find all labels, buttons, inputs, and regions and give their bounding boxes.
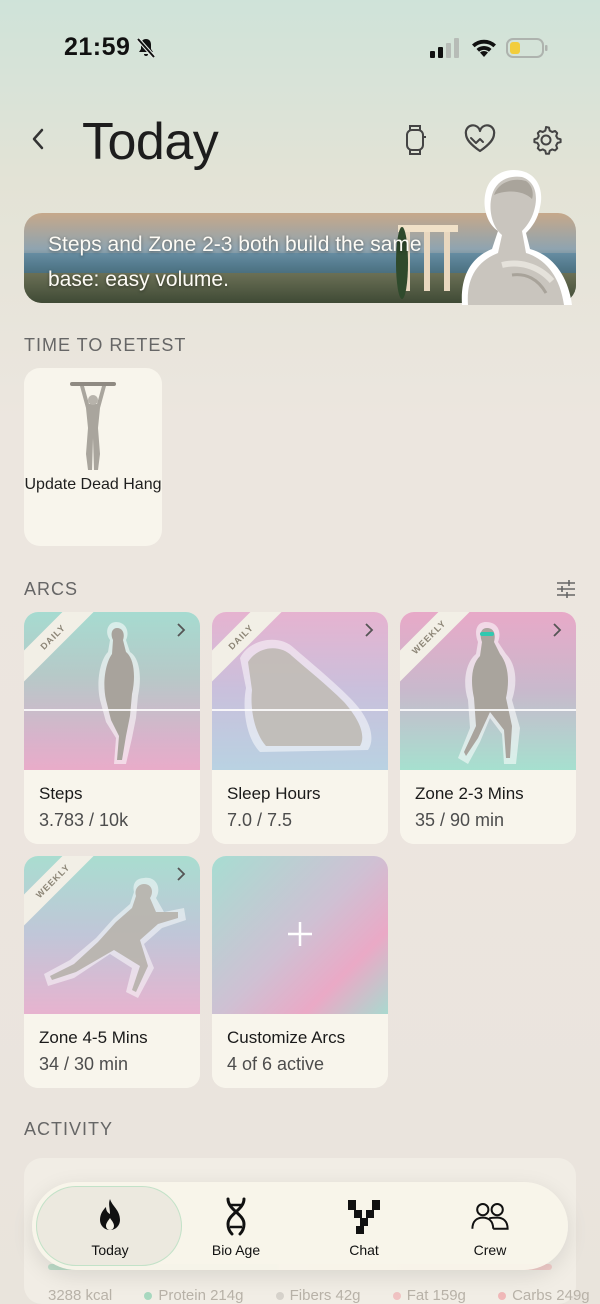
- arc-name: Customize Arcs: [227, 1028, 346, 1047]
- tab-chat[interactable]: Chat: [304, 1196, 424, 1260]
- arc-name: Zone 4-5 Mins: [39, 1028, 148, 1047]
- arc-info: Zone 4-5 Mins 34 / 30 min: [24, 1014, 200, 1088]
- retest-card-label: Update Dead Hang: [24, 476, 162, 493]
- bell-muted-icon: [136, 37, 156, 59]
- steps-statue-image: [98, 622, 140, 764]
- arc-info: Sleep Hours 7.0 / 7.5: [212, 770, 388, 844]
- chevron-right-icon: [553, 623, 562, 637]
- wifi-icon: [472, 39, 496, 57]
- arc-name: Steps: [39, 784, 83, 803]
- page-title: Today: [82, 113, 219, 171]
- tab-bio-age[interactable]: Bio Age: [176, 1196, 296, 1260]
- arc-progress-line: [400, 709, 576, 711]
- macro-kcal: 3288 kcal: [48, 1287, 113, 1304]
- arc-art: [212, 856, 388, 1014]
- arc-info: Customize Arcs 4 of 6 active: [212, 1014, 388, 1088]
- chevron-right-icon: [177, 867, 186, 881]
- status-time: 21:59: [64, 33, 131, 61]
- arc-value: 4 of 6 active: [227, 1054, 325, 1074]
- tab-crew[interactable]: Crew: [430, 1196, 550, 1260]
- arc-value: 34 / 30 min: [39, 1054, 129, 1074]
- tab-bar: Today Bio Age Chat Crew: [32, 1182, 568, 1270]
- settings-gear-icon[interactable]: [528, 122, 564, 158]
- tab-label: Today: [91, 1242, 129, 1258]
- arc-name: Sleep Hours: [227, 784, 321, 803]
- tab-label: Chat: [349, 1242, 379, 1258]
- chat-logo-icon: [348, 1200, 380, 1234]
- back-chevron-icon[interactable]: [26, 124, 50, 154]
- arc-card-zone-2-3[interactable]: WEEKLY Zone 2-3 Mins 35 / 90 min: [400, 612, 576, 844]
- arc-value: 35 / 90 min: [415, 810, 505, 830]
- arc-card-sleep-hours[interactable]: DAILY Sleep Hours 7.0 / 7.5: [212, 612, 388, 844]
- section-label-activity: ACTIVITY: [24, 1119, 114, 1139]
- arc-info: Zone 2-3 Mins 35 / 90 min: [400, 770, 576, 844]
- section-label-arcs: ARCS: [24, 579, 79, 599]
- arc-card-zone-4-5[interactable]: WEEKLY Zone 4-5 Mins 34 / 30 min: [24, 856, 200, 1088]
- arc-progress-line: [212, 709, 388, 711]
- plus-icon: [288, 922, 312, 946]
- dna-icon: [226, 1197, 246, 1236]
- banner-text: Steps and Zone 2-3 both build the same b…: [48, 233, 422, 291]
- battery-low-icon: [506, 38, 548, 58]
- watch-icon[interactable]: [397, 122, 433, 158]
- retest-card-dead-hang[interactable]: Update Dead Hang: [24, 368, 162, 546]
- filter-sliders-icon[interactable]: [555, 578, 577, 600]
- chevron-right-icon: [365, 623, 374, 637]
- arc-name: Zone 2-3 Mins: [415, 784, 524, 803]
- people-icon: [471, 1203, 509, 1230]
- banner-statue-image: [461, 169, 572, 305]
- tab-today[interactable]: Today: [50, 1196, 170, 1260]
- status-bar: 21:59: [0, 0, 600, 96]
- health-heart-icon[interactable]: [462, 122, 498, 158]
- cell-signal-icon: [430, 38, 459, 58]
- chevron-right-icon: [177, 623, 186, 637]
- macro-row: 3288 kcal Protein 214g Fibers 42g Fat 15…: [48, 1287, 600, 1304]
- flame-icon: [100, 1199, 120, 1230]
- arc-card-steps[interactable]: DAILY Steps 3.783 / 10k: [24, 612, 200, 844]
- arc-progress-line: [24, 709, 200, 711]
- tab-label: Bio Age: [211, 1242, 261, 1258]
- macro-carbs: Carbs 249g: [498, 1287, 600, 1304]
- arc-info: Steps 3.783 / 10k: [24, 770, 200, 844]
- arc-value: 7.0 / 7.5: [227, 810, 293, 830]
- macro-fibers: Fibers 42g: [275, 1287, 375, 1304]
- macro-fat: Fat 159g: [392, 1287, 480, 1304]
- zone23-statue-image: [458, 622, 520, 764]
- arc-card-customize[interactable]: Customize Arcs 4 of 6 active: [212, 856, 388, 1088]
- macro-protein: Protein 214g: [144, 1287, 257, 1304]
- section-label-retest: TIME TO RETEST: [24, 335, 187, 355]
- arc-value: 3.783 / 10k: [39, 810, 129, 830]
- tab-label: Crew: [473, 1242, 507, 1258]
- dead-hang-statue-image: [70, 382, 116, 470]
